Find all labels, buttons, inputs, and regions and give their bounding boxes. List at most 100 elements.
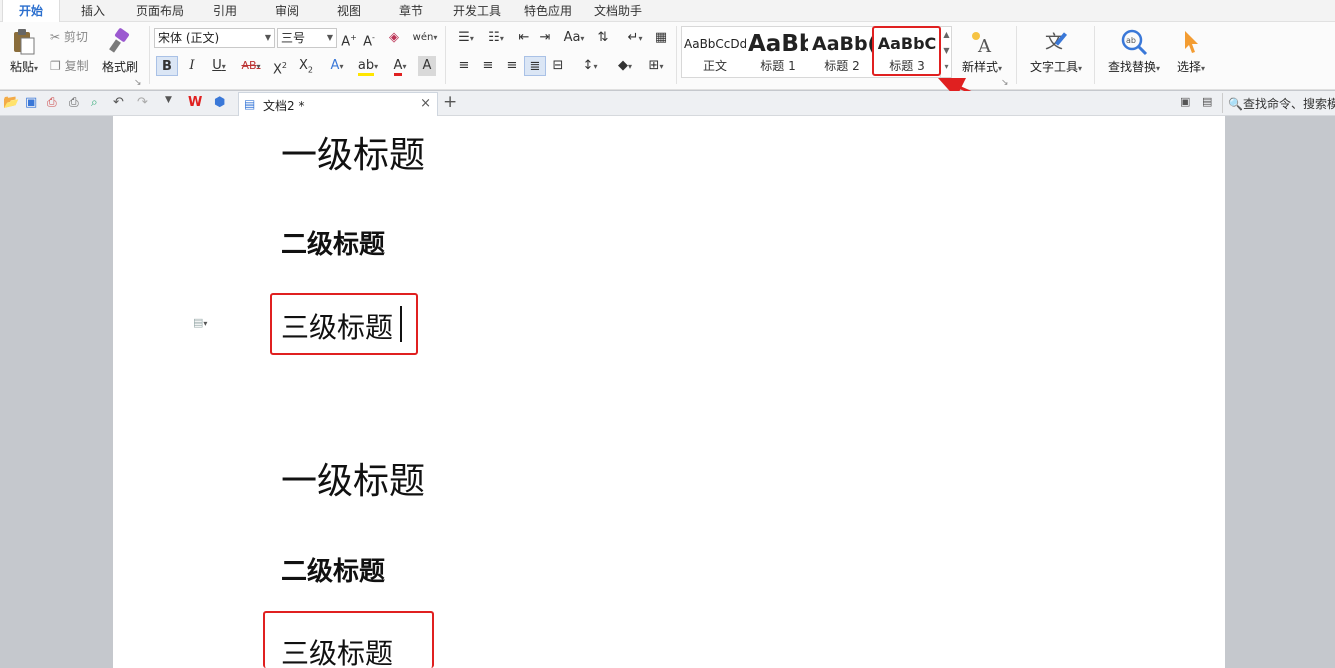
chevron-down-icon[interactable]: ▼ <box>941 43 952 59</box>
ribbon: 粘贴▾ ✂ 剪切 ❐ 复制 格式刷 ↘ 宋体 (正文) ▼ 三号 ▼ A+ A- ◈… <box>0 22 1335 90</box>
find-replace-icon: ab <box>1121 29 1148 56</box>
cut-button[interactable]: ✂ 剪切 <box>50 28 88 46</box>
divider <box>149 26 150 84</box>
shading-fill-icon[interactable]: ◆▾ <box>610 56 640 76</box>
quick-access-bar: 📂 ▣ ⎙ ⎙ ⌕ ↶ ↷ ▼ W ⬢ ▤ 文档2 * × + ▣ ▤ 🔍查找命… <box>0 91 1335 116</box>
chevron-down-icon: ▼ <box>326 33 333 42</box>
document-icon: ▤ <box>244 97 256 111</box>
cursor-icon <box>1185 31 1198 53</box>
divider <box>1222 93 1223 113</box>
numbered-list-icon[interactable]: ☷▾ <box>482 28 510 48</box>
paste-button[interactable]: 粘贴▾ <box>4 28 44 75</box>
char-shading-icon[interactable]: A <box>418 56 436 76</box>
paste-icon <box>14 29 35 55</box>
scissors-icon: ✂ <box>50 30 61 44</box>
annotation-box-heading-3-second <box>263 611 434 668</box>
heading-1-second[interactable]: 一级标题 <box>281 452 425 504</box>
copy-button[interactable]: ❐ 复制 <box>50 57 89 75</box>
copy-icon: ❐ <box>50 59 61 73</box>
bold-button[interactable]: B <box>156 56 178 76</box>
grow-font-icon[interactable]: A+ <box>340 28 358 49</box>
underline-button[interactable]: U▾ <box>206 56 232 76</box>
paragraph-handle-icon[interactable]: ▤▾ <box>193 316 207 329</box>
style-heading-2[interactable]: AaBb( 标题 2 <box>812 27 872 77</box>
text-effect-icon[interactable]: A▾ <box>323 56 351 76</box>
chevron-up-icon[interactable]: ▲ <box>941 27 952 43</box>
export-pdf-icon[interactable]: ⎙ <box>47 95 63 111</box>
heading-2-second[interactable]: 二级标题 <box>281 551 385 588</box>
collapse-ribbon-icon[interactable]: ▤ <box>1202 95 1218 111</box>
font-color-icon[interactable]: A▾ <box>386 56 414 76</box>
tab-insert[interactable]: 插入 <box>68 0 118 22</box>
decrease-indent-icon[interactable]: ⇤ <box>515 28 533 48</box>
superscript-button[interactable]: X2 <box>270 56 290 77</box>
table-icon[interactable]: ▦ <box>652 28 670 48</box>
annotation-box-style <box>872 26 941 76</box>
sort-icon[interactable]: ⇅ <box>592 28 614 48</box>
svg-text:ab: ab <box>1126 36 1136 45</box>
change-case-icon[interactable]: Aa▾ <box>560 28 588 48</box>
document-page[interactable]: 一级标题 二级标题 三级标题 ▤▾ 一级标题 二级标题 三级标题 <box>113 116 1225 668</box>
align-right-icon[interactable]: ≡ <box>502 56 522 76</box>
wps-logo-icon[interactable]: W <box>188 95 204 111</box>
present-icon[interactable]: ▣ <box>1180 95 1196 111</box>
pinyin-guide-icon[interactable]: wén▾ <box>410 28 440 48</box>
distributed-icon[interactable]: ⊟ <box>548 56 568 76</box>
select-button[interactable]: 选择▾ <box>1170 28 1212 75</box>
heading-2-first[interactable]: 二级标题 <box>281 224 385 261</box>
menu-bar: 开始 插入 页面布局 引用 审阅 视图 章节 开发工具 特色应用 文档助手 <box>0 0 1335 23</box>
text-tools-button[interactable]: 文 文字工具▾ <box>1024 28 1088 75</box>
highlight-icon[interactable]: ab▾ <box>354 56 382 76</box>
clipboard-launcher-icon[interactable]: ↘ <box>134 74 142 92</box>
new-tab-icon[interactable]: + <box>443 92 457 112</box>
borders-icon[interactable]: ⊞▾ <box>642 56 670 76</box>
align-left-icon[interactable]: ≡ <box>454 56 474 76</box>
annotation-box-heading-3-first <box>270 293 418 355</box>
save-icon[interactable]: ▣ <box>25 95 41 111</box>
document-tab[interactable]: ▤ 文档2 * × <box>238 92 438 116</box>
customize-dropdown-icon[interactable]: ▼ <box>165 95 181 111</box>
tab-review[interactable]: 审阅 <box>262 0 312 22</box>
tab-doc-assistant[interactable]: 文档助手 <box>585 0 651 22</box>
align-center-icon[interactable]: ≡ <box>478 56 498 76</box>
tab-references[interactable]: 引用 <box>200 0 250 22</box>
heading-1-first[interactable]: 一级标题 <box>281 126 425 178</box>
increase-indent-icon[interactable]: ⇥ <box>536 28 554 48</box>
tab-features[interactable]: 特色应用 <box>515 0 581 22</box>
line-spacing-icon[interactable]: ↕▾ <box>576 56 604 76</box>
find-replace-button[interactable]: ab 查找替换▾ <box>1102 28 1166 75</box>
new-style-icon: A <box>972 32 992 56</box>
print-preview-icon[interactable]: ⌕ <box>91 95 107 111</box>
style-heading-1[interactable]: AaBb 标题 1 <box>748 27 808 77</box>
command-search-input[interactable]: 🔍查找命令、搜索模 <box>1228 95 1335 112</box>
subscript-button[interactable]: X2 <box>296 56 316 76</box>
divider <box>676 26 677 84</box>
divider <box>445 26 446 84</box>
text-tools-icon: 文 <box>1045 32 1068 53</box>
redo-icon[interactable]: ↷ <box>137 95 153 111</box>
italic-button[interactable]: I <box>182 56 202 76</box>
print-icon[interactable]: ⎙ <box>69 95 85 111</box>
tab-page-layout[interactable]: 页面布局 <box>128 0 192 22</box>
open-folder-icon[interactable]: 📂 <box>3 95 19 111</box>
tab-developer[interactable]: 开发工具 <box>444 0 510 22</box>
font-size-select[interactable]: 三号 ▼ <box>277 28 337 48</box>
tab-home[interactable]: 开始 <box>2 0 60 23</box>
tab-view[interactable]: 视图 <box>324 0 374 22</box>
bullet-list-icon[interactable]: ☰▾ <box>452 28 480 48</box>
undo-icon[interactable]: ↶ <box>113 95 129 111</box>
clear-format-icon[interactable]: ◈ <box>385 28 403 48</box>
search-icon: 🔍 <box>1228 97 1243 111</box>
font-family-select[interactable]: 宋体 (正文) ▼ <box>154 28 275 48</box>
strikethrough-button[interactable]: AB▾ <box>236 56 266 76</box>
paragraph-mark-icon[interactable]: ↵▾ <box>622 28 648 48</box>
justify-icon[interactable]: ≣ <box>524 56 546 76</box>
new-style-button[interactable]: A 新样式▾ <box>955 28 1009 75</box>
shrink-font-icon[interactable]: A- <box>360 28 378 49</box>
svg-text:A: A <box>977 36 992 56</box>
cloud-box-icon[interactable]: ⬢ <box>214 95 230 111</box>
style-normal[interactable]: AaBbCcDd 正文 <box>684 27 746 77</box>
close-tab-icon[interactable]: × <box>420 96 431 111</box>
tab-chapter[interactable]: 章节 <box>386 0 436 22</box>
format-painter-button[interactable]: 格式刷 <box>100 28 140 75</box>
